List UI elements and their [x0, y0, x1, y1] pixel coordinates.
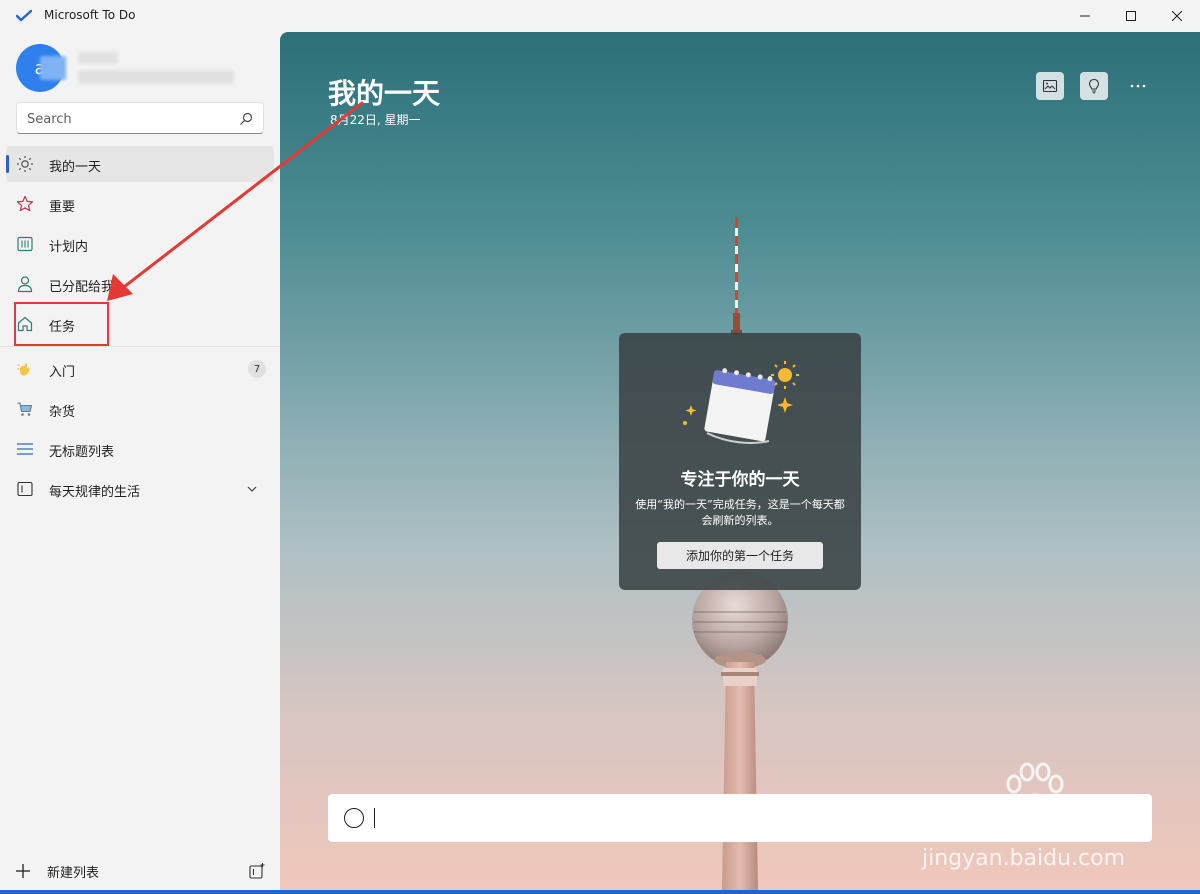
annotation-highlight-box	[14, 302, 109, 346]
sidebar-list-getting-started[interactable]: 入门 7	[6, 351, 274, 387]
sidebar-item-label: 入门	[49, 365, 76, 380]
close-button[interactable]	[1154, 0, 1200, 32]
sidebar-item-label: 我的一天	[49, 160, 102, 175]
sidebar-group-daily-routine[interactable]: 每天规律的生活	[6, 471, 274, 507]
watermark-brand: Bai 经验	[924, 802, 1096, 848]
calendar-grid-icon	[16, 235, 34, 253]
account-email-blurred	[78, 70, 234, 84]
watermark-url: jingyan.baidu.com	[922, 846, 1126, 871]
sidebar-item-planned[interactable]: 计划内	[6, 226, 274, 262]
sidebar-item-important[interactable]: 重要	[6, 186, 274, 222]
task-count-badge: 7	[248, 360, 266, 378]
more-options-button[interactable]	[1124, 72, 1152, 100]
chevron-down-icon[interactable]	[246, 483, 258, 495]
sidebar: a 我的一天 重要 计划内 已分配给我	[0, 32, 280, 890]
list-lines-icon	[16, 440, 34, 458]
minimize-icon	[1080, 15, 1090, 17]
lightbulb-icon	[1088, 78, 1100, 94]
shopping-cart-icon	[16, 400, 34, 418]
group-icon	[16, 480, 34, 498]
new-list-button[interactable]: 新建列表	[14, 858, 266, 884]
empty-state-text: 使用“我的一天”完成任务，这是一个每天都会刷新的列表。	[635, 498, 845, 527]
empty-state-title: 专注于你的一天	[680, 470, 800, 490]
page-title: 我的一天	[328, 77, 441, 110]
change-background-button[interactable]	[1036, 72, 1064, 100]
active-indicator	[6, 155, 9, 173]
waving-hand-icon	[16, 360, 34, 378]
todo-check-logo-icon	[16, 9, 32, 22]
baidu-watermark: Bai 经验 jingyan.baidu.com	[912, 762, 1152, 872]
sidebar-item-my-day[interactable]: 我的一天	[6, 146, 274, 182]
text-caret	[374, 808, 375, 828]
sidebar-item-label: 无标题列表	[49, 445, 115, 460]
sidebar-item-label: 计划内	[49, 240, 89, 255]
page-date: 8月22日, 星期一	[330, 113, 421, 127]
sidebar-list-untitled[interactable]: 无标题列表	[6, 431, 274, 467]
maximize-button[interactable]	[1108, 0, 1154, 32]
sun-icon	[16, 155, 34, 173]
sidebar-divider	[0, 346, 280, 347]
calendar-illustration-icon	[683, 361, 799, 444]
add-first-task-button[interactable]: 添加你的第一个任务	[657, 542, 823, 569]
sidebar-list-groceries[interactable]: 杂货	[6, 391, 274, 427]
app-title: Microsoft To Do	[44, 8, 136, 22]
search-box[interactable]	[16, 102, 264, 134]
search-icon[interactable]	[239, 112, 253, 126]
close-icon	[1172, 11, 1182, 21]
background-image-icon	[1042, 79, 1058, 93]
empty-state-card: 专注于你的一天 使用“我的一天”完成任务，这是一个每天都会刷新的列表。 添加你的…	[619, 333, 861, 590]
search-input[interactable]	[27, 109, 227, 129]
plus-icon	[16, 864, 30, 878]
new-list-label: 新建列表	[47, 866, 100, 881]
add-task-circle-icon	[344, 808, 364, 828]
star-icon	[16, 195, 34, 213]
avatar-blur	[40, 56, 66, 80]
minimize-button[interactable]	[1062, 0, 1108, 32]
more-dots-icon	[1130, 84, 1146, 88]
sidebar-item-label: 每天规律的生活	[49, 485, 141, 500]
window-bottom-accent	[0, 890, 1200, 894]
suggestions-button[interactable]	[1080, 72, 1108, 100]
title-bar: Microsoft To Do	[0, 0, 1200, 32]
sidebar-item-assigned[interactable]: 已分配给我	[6, 266, 274, 302]
account-name-blurred	[78, 52, 118, 64]
person-icon	[16, 275, 34, 293]
sidebar-item-label: 重要	[49, 200, 76, 215]
sidebar-item-label: 杂货	[49, 405, 76, 420]
sidebar-item-label: 已分配给我	[49, 280, 115, 295]
new-group-icon[interactable]	[248, 862, 266, 880]
maximize-icon	[1126, 11, 1136, 21]
